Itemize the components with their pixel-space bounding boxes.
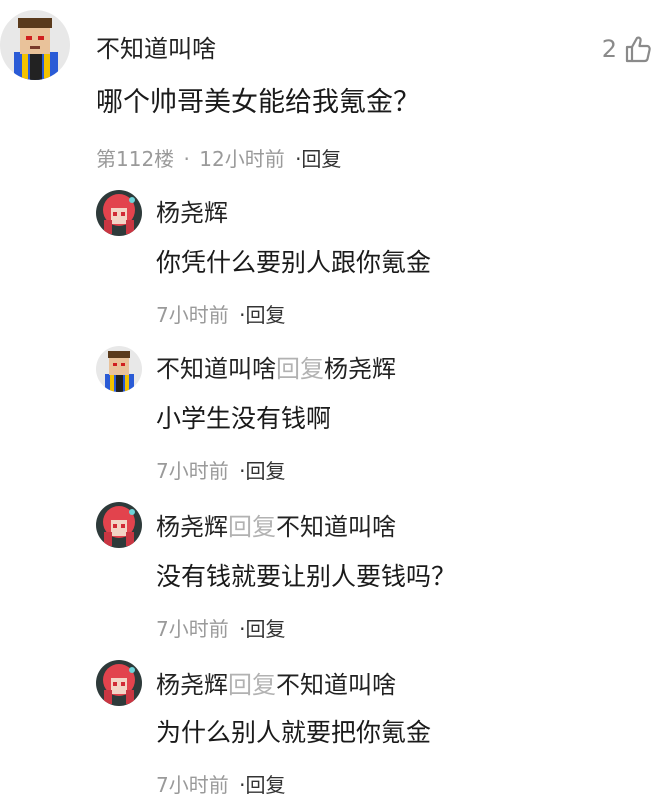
anime-girl-avatar-icon bbox=[96, 190, 142, 236]
reply-time: 7小时前 bbox=[156, 459, 229, 483]
floor-number: 第112楼 bbox=[96, 147, 175, 171]
reply-word: 回复 bbox=[228, 671, 276, 699]
reply-item: 杨尧辉回复不知道叫啥 没有钱就要让别人要钱吗？ 7小时前 ·回复 bbox=[0, 500, 665, 650]
meta-separator: · bbox=[183, 147, 190, 171]
avatar[interactable] bbox=[96, 660, 142, 706]
avatar[interactable] bbox=[96, 346, 142, 392]
reply-author[interactable]: 杨尧辉 bbox=[156, 199, 228, 227]
reply-item: 杨尧辉回复不知道叫啥 为什么别人就要把你氪金 7小时前 ·回复 bbox=[0, 656, 665, 809]
reply-author[interactable]: 杨尧辉 bbox=[156, 513, 228, 541]
reply-item: 杨尧辉 你凭什么要别人跟你氪金 7小时前 ·回复 bbox=[0, 188, 665, 338]
reply-username: 杨尧辉回复不知道叫啥 bbox=[156, 670, 396, 700]
avatar[interactable] bbox=[0, 10, 70, 80]
main-comment: 不知道叫啥 哪个帅哥美女能给我氪金？ 第112楼 · 12小时前 ·回复 2 bbox=[0, 0, 665, 180]
reply-time: 7小时前 bbox=[156, 617, 229, 641]
reply-username: 杨尧辉回复不知道叫啥 bbox=[156, 512, 396, 542]
reply-target[interactable]: 不知道叫啥 bbox=[276, 671, 396, 699]
reply-meta: 7小时前 ·回复 bbox=[156, 616, 285, 642]
reply-button[interactable]: ·回复 bbox=[239, 773, 285, 797]
reply-word: 回复 bbox=[228, 513, 276, 541]
reply-author[interactable]: 杨尧辉 bbox=[156, 671, 228, 699]
reply-username: 不知道叫啥回复杨尧辉 bbox=[156, 354, 396, 384]
reply-meta: 7小时前 ·回复 bbox=[156, 302, 285, 328]
like-button[interactable]: 2 bbox=[602, 34, 653, 64]
reply-target[interactable]: 杨尧辉 bbox=[324, 355, 396, 383]
reply-content: 小学生没有钱啊 bbox=[156, 404, 332, 433]
pixel-character-avatar-icon bbox=[96, 346, 142, 392]
comment-time: 12小时前 bbox=[199, 147, 285, 171]
reply-content: 你凭什么要别人跟你氪金 bbox=[156, 248, 432, 277]
thumbs-up-icon bbox=[625, 36, 651, 63]
reply-time: 7小时前 bbox=[156, 773, 229, 797]
comment-meta: 第112楼 · 12小时前 ·回复 bbox=[96, 146, 341, 172]
like-count: 2 bbox=[601, 35, 617, 63]
reply-target[interactable]: 不知道叫啥 bbox=[276, 513, 396, 541]
reply-item: 不知道叫啥回复杨尧辉 小学生没有钱啊 7小时前 ·回复 bbox=[0, 344, 665, 494]
reply-button[interactable]: ·回复 bbox=[239, 617, 285, 641]
reply-button[interactable]: ·回复 bbox=[239, 459, 285, 483]
reply-author[interactable]: 不知道叫啥 bbox=[156, 355, 276, 383]
reply-content: 为什么别人就要把你氪金 bbox=[156, 718, 432, 747]
anime-girl-avatar-icon bbox=[96, 660, 142, 706]
anime-girl-avatar-icon bbox=[96, 502, 142, 548]
reply-meta: 7小时前 ·回复 bbox=[156, 772, 285, 798]
reply-content: 没有钱就要让别人要钱吗？ bbox=[156, 562, 457, 591]
reply-button[interactable]: ·回复 bbox=[295, 147, 341, 171]
pixel-character-avatar-icon bbox=[0, 10, 70, 80]
avatar[interactable] bbox=[96, 502, 142, 548]
reply-username: 杨尧辉 bbox=[156, 198, 228, 228]
comment-username[interactable]: 不知道叫啥 bbox=[96, 34, 216, 64]
reply-meta: 7小时前 ·回复 bbox=[156, 458, 285, 484]
reply-word: 回复 bbox=[276, 355, 324, 383]
reply-button[interactable]: ·回复 bbox=[239, 303, 285, 327]
avatar[interactable] bbox=[96, 190, 142, 236]
reply-time: 7小时前 bbox=[156, 303, 229, 327]
comment-content: 哪个帅哥美女能给我氪金？ bbox=[96, 87, 420, 118]
